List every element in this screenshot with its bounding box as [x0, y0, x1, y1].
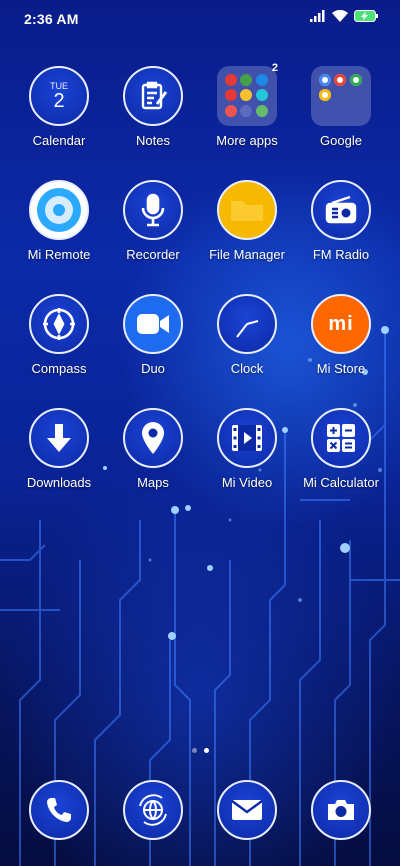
app-label: FM Radio: [312, 247, 370, 262]
status-bar: 2:36 AM: [0, 0, 400, 36]
calculator-icon: [311, 408, 371, 468]
camera-icon: [311, 780, 371, 840]
app-label: Google: [320, 133, 362, 148]
map-pin-icon: [123, 408, 183, 468]
browser-globe-icon: [123, 780, 183, 840]
app-notes[interactable]: Notes: [106, 66, 200, 148]
file-manager-icon: [217, 180, 277, 240]
dock-browser[interactable]: [106, 780, 200, 840]
app-mi-video[interactable]: Mi Video: [200, 408, 294, 490]
page-dot-active[interactable]: [203, 748, 209, 753]
remote-icon: [29, 180, 89, 240]
page-dot[interactable]: [191, 748, 197, 753]
mi-logo-icon: mi: [311, 294, 371, 354]
calendar-day: 2: [53, 90, 65, 112]
clock-icon: [217, 294, 277, 354]
app-label: File Manager: [209, 247, 285, 262]
app-label: Recorder: [126, 247, 180, 262]
film-icon: [217, 408, 277, 468]
app-maps[interactable]: Maps: [106, 408, 200, 490]
app-mi-remote[interactable]: Mi Remote: [12, 180, 106, 262]
microphone-icon: [123, 180, 183, 240]
battery-charging-icon: [354, 10, 378, 22]
app-label: Calendar: [32, 133, 86, 148]
app-label: Duo: [141, 361, 165, 376]
app-recorder[interactable]: Recorder: [106, 180, 200, 262]
app-label: Mi Remote: [27, 247, 91, 262]
dock-messaging[interactable]: [200, 780, 294, 840]
download-arrow-icon: [29, 408, 89, 468]
app-mi-store[interactable]: mi Mi Store: [294, 294, 388, 376]
status-time: 2:36 AM: [24, 11, 79, 27]
app-label: Mi Calculator: [303, 475, 379, 490]
folder-more-apps[interactable]: 2 More apps: [200, 62, 294, 148]
app-label: Maps: [137, 475, 169, 490]
app-downloads[interactable]: Downloads: [12, 408, 106, 490]
app-label: Notes: [136, 133, 170, 148]
notes-icon: [123, 66, 183, 126]
messaging-icon: [217, 780, 277, 840]
signal-icon: [310, 10, 325, 22]
app-calendar[interactable]: TUE 2 Calendar: [12, 66, 106, 148]
mi-logo-text: mi: [328, 312, 354, 335]
app-label: Mi Store: [316, 361, 366, 376]
app-mi-calculator[interactable]: Mi Calculator: [294, 408, 388, 490]
dock-phone[interactable]: [12, 780, 106, 840]
phone-icon: [29, 780, 89, 840]
calendar-icon: TUE 2: [29, 66, 89, 126]
app-duo[interactable]: Duo: [106, 294, 200, 376]
compass-icon: [29, 294, 89, 354]
app-clock[interactable]: Clock: [200, 294, 294, 376]
app-label: Downloads: [26, 475, 92, 490]
app-file-manager[interactable]: File Manager: [200, 180, 294, 262]
app-label: Clock: [230, 361, 264, 376]
calendar-weekday: TUE: [50, 81, 68, 91]
app-label: Compass: [31, 361, 87, 376]
app-label: More apps: [216, 133, 278, 148]
video-camera-icon: [123, 294, 183, 354]
app-fm-radio[interactable]: FM Radio: [294, 180, 388, 262]
app-label: Mi Video: [221, 475, 273, 490]
radio-icon: [311, 180, 371, 240]
wifi-icon: [332, 10, 348, 22]
folder-google[interactable]: Google: [294, 66, 388, 148]
app-compass[interactable]: Compass: [12, 294, 106, 376]
dock-camera[interactable]: [294, 780, 388, 840]
notification-badge: 2: [271, 62, 278, 74]
folder-icon: [217, 66, 277, 126]
page-indicator: [0, 748, 400, 753]
folder-icon: [311, 66, 371, 126]
